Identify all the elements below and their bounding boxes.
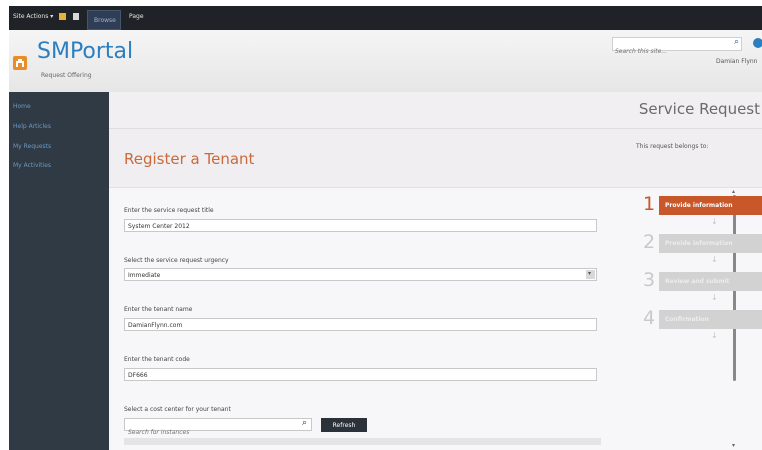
down-arrow-icon: ↓ — [711, 217, 718, 226]
step-bar: Confirmation — [659, 310, 762, 329]
step-number: 4 — [643, 307, 656, 329]
service-request-title: Service Request — [638, 100, 760, 118]
tab-browse-label: Browse — [94, 17, 116, 24]
browser-frame: Site Actions ▾ Browse Page SMPortal Requ… — [9, 6, 762, 450]
help-icon[interactable] — [753, 38, 762, 48]
search-icon[interactable]: ⌕ — [734, 37, 739, 47]
cost-center-label: Select a cost center for your tenant — [124, 406, 231, 413]
ribbon-bar: Site Actions ▾ Browse Page — [9, 6, 762, 30]
urgency-select-value: Immediate — [128, 272, 161, 279]
form-title: Register a Tenant — [124, 150, 255, 168]
title-field[interactable]: System Center 2012 — [124, 219, 597, 232]
step-bar: Provide information — [659, 196, 762, 215]
user-menu[interactable]: Damian Flynn — [716, 58, 757, 65]
site-actions-menu[interactable]: Site Actions ▾ — [13, 13, 53, 20]
tenant-name-label: Enter the tenant name — [124, 306, 193, 313]
step-number: 1 — [643, 193, 656, 215]
belongs-to-label: This request belongs to: — [636, 143, 709, 150]
nav-item-my-activities[interactable]: My Activities — [13, 162, 51, 169]
step-number: 3 — [643, 269, 656, 291]
step-label: Review and submit — [665, 278, 730, 285]
nav-item-help-articles[interactable]: Help Articles — [13, 123, 51, 130]
tenant-code-field-value: DF666 — [128, 372, 148, 379]
tenant-code-label: Enter the tenant code — [124, 356, 190, 363]
step-bar: Review and submit — [659, 272, 762, 291]
instance-grid-header — [124, 438, 601, 445]
instance-search-input[interactable] — [125, 427, 288, 438]
down-arrow-icon: ↓ — [711, 293, 718, 302]
edit-page-icon[interactable] — [73, 13, 79, 20]
step-label: Confirmation — [665, 316, 709, 323]
tenant-code-field[interactable]: DF666 — [124, 368, 597, 381]
tenant-name-field-value: DamianFlynn.com — [128, 322, 183, 329]
step-label: Provide information — [665, 240, 733, 247]
refresh-button[interactable]: Refresh — [321, 418, 367, 432]
urgency-select[interactable]: Immediate ▾ — [124, 268, 597, 281]
form-title-band: Register a Tenant This request belongs t… — [109, 129, 762, 188]
sharepoint-logo-icon[interactable] — [13, 56, 27, 70]
tenant-name-field[interactable]: DamianFlynn.com — [124, 318, 597, 331]
site-title[interactable]: SMPortal — [37, 39, 133, 64]
step-number: 2 — [643, 231, 656, 253]
scroll-up-icon[interactable]: ▴ — [732, 188, 735, 195]
down-arrow-icon: ↓ — [711, 331, 718, 340]
step-bar: Provide information — [659, 234, 762, 253]
step-label: Provide information — [665, 202, 733, 209]
down-arrow-icon: ↓ — [711, 255, 718, 264]
left-navigation: Home Help Articles My Requests My Activi… — [9, 92, 109, 450]
chevron-down-icon[interactable]: ▾ — [586, 270, 595, 279]
instance-search-box: ⌕ — [124, 418, 312, 438]
tab-page[interactable]: Page — [129, 13, 144, 20]
scroll-down-icon[interactable]: ▾ — [732, 442, 735, 449]
breadcrumb[interactable]: Request Offering — [41, 72, 92, 79]
tab-browse[interactable]: Browse — [87, 10, 121, 30]
title-field-value: System Center 2012 — [128, 223, 190, 230]
nav-item-my-requests[interactable]: My Requests — [13, 143, 51, 150]
title-label: Enter the service request title — [124, 207, 214, 214]
folder-icon[interactable] — [59, 13, 66, 20]
urgency-label: Select the service request urgency — [124, 257, 229, 264]
search-icon[interactable]: ⌕ — [302, 418, 307, 428]
site-search-box: ⌕ — [612, 37, 742, 57]
service-request-bar: Service Request — [109, 92, 762, 129]
main-content: Service Request Register a Tenant This r… — [109, 92, 762, 450]
nav-item-home[interactable]: Home — [13, 103, 31, 110]
site-search-input[interactable] — [613, 46, 715, 57]
site-header: SMPortal Request Offering ⌕ Damian Flynn — [9, 30, 762, 93]
